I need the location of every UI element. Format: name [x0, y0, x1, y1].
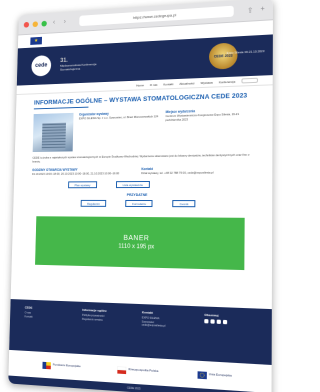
forms-button[interactable]: Formularze — [125, 200, 153, 207]
footer-column-1: CEDE O nas Kontakt — [24, 305, 69, 347]
ue-logo: Unia Europejska — [197, 371, 232, 381]
eu-flag-icon — [197, 371, 206, 379]
social-links — [204, 319, 254, 325]
rules-button[interactable]: Regulamin — [81, 200, 107, 207]
hours-text: 19.10.2023 10:00–18:00, 20.10.2023 10:00… — [32, 172, 134, 176]
footer-link[interactable]: cede@exposilesia.pl — [142, 324, 190, 330]
exhibitors-button[interactable]: Lista wystawców — [116, 181, 150, 188]
menu-item-about[interactable]: O nas — [150, 82, 158, 86]
pl-logo: Rzeczpospolita Polska — [118, 366, 159, 376]
event-badge: CEDE 2023 — [209, 42, 238, 69]
footer-column-4: Obserwuj — [204, 313, 255, 358]
footer-heading: Kontakt — [142, 310, 190, 316]
banner-title: BANER — [123, 235, 149, 242]
organizer-text: EXPO SILESIA Sp. z o.o. Sosnowiec, ul. B… — [79, 115, 160, 121]
fe-icon — [43, 361, 52, 369]
header-dates: Expo Silesia 19-21.10.2023 — [227, 49, 265, 55]
footer-column-2: Informacje ogólne Polityka prywatności R… — [81, 308, 128, 351]
footer-heading: Informacje ogólne — [82, 308, 128, 314]
minimize-window-button[interactable] — [33, 21, 38, 27]
organizer-column: Organizator wystawy EXPO SILESIA Sp. z o… — [78, 110, 160, 151]
menu-item-news[interactable]: Aktualności — [179, 81, 194, 86]
action-buttons: Plan wystawy Lista wystawców — [32, 181, 252, 189]
fe-text: Fundusze Europejskie — [53, 364, 81, 369]
menu-item-exhibition[interactable]: Wystawa — [201, 80, 213, 84]
venue-photo — [33, 113, 74, 152]
url-text: https://www.cedegrupa.pl — [133, 12, 176, 20]
footer-heading: Obserwuj — [204, 313, 254, 319]
linkedin-icon[interactable] — [223, 320, 227, 324]
forward-icon[interactable]: › — [61, 18, 68, 25]
hours-column: GODZINY OTWARCIA WYSTAWY 19.10.2023 10:0… — [32, 167, 134, 176]
header-subtitle: Międzynarodowa Konferencja Stomatologicz… — [60, 61, 116, 71]
useful-section-title: PRZYDATNE — [31, 193, 251, 197]
venue-text: Centrum Wystawienniczo-Kongresowe Expo S… — [165, 113, 251, 123]
info-row: Organizator wystawy EXPO SILESIA Sp. z o… — [33, 107, 252, 152]
search-input[interactable] — [241, 78, 258, 84]
building-image — [42, 123, 66, 150]
site-logo[interactable]: cede — [31, 55, 51, 77]
close-window-button[interactable] — [24, 21, 29, 27]
fe-logo: Fundusze Europejskie — [43, 361, 81, 370]
venue-column: Miejsce wydarzenia Centrum Wystawiennicz… — [165, 107, 252, 149]
intro-paragraph: CEDE to jedna z największych wystaw stom… — [32, 154, 251, 164]
ue-text: Unia Europejska — [209, 373, 232, 378]
banner-size: 1110 x 195 px — [118, 243, 154, 250]
polish-flag-icon — [118, 366, 127, 374]
logo-text: cede — [35, 63, 47, 69]
menu-item-contact[interactable]: Kontakt — [163, 82, 173, 86]
eu-flag-icon: ★ — [30, 37, 42, 45]
browser-window: ‹ › https://www.cedegrupa.pl ⇪ + ★ cede … — [8, 0, 273, 392]
youtube-icon[interactable] — [217, 320, 221, 324]
back-icon[interactable]: ‹ — [50, 19, 57, 26]
useful-buttons: Regulamin Formularze Cennik — [31, 200, 251, 208]
maximize-window-button[interactable] — [41, 20, 46, 26]
footer-link[interactable]: Regulamin serwisu — [82, 317, 128, 323]
menu-item-conference[interactable]: Konferencja — [219, 79, 235, 84]
contact-text: Dział wystawy, tel. +48 32 788 75 00, ce… — [141, 171, 251, 176]
contact-column: Kontakt Dział wystawy, tel. +48 32 788 7… — [141, 166, 251, 176]
pricing-button[interactable]: Cennik — [173, 200, 196, 207]
details-row: GODZINY OTWARCIA WYSTAWY 19.10.2023 10:0… — [32, 166, 251, 176]
new-tab-icon[interactable]: + — [258, 6, 266, 14]
pl-text: Rzeczpospolita Polska — [128, 368, 158, 373]
footer-link[interactable]: Kontakt — [25, 315, 69, 321]
share-icon[interactable]: ⇪ — [246, 6, 254, 15]
footer-heading: CEDE — [25, 305, 69, 311]
floor-plan-button[interactable]: Plan wystawy — [68, 181, 97, 188]
menu-item-home[interactable]: Home — [136, 83, 144, 87]
banner-placeholder[interactable]: BANER 1110 x 195 px — [35, 216, 245, 270]
main-content: INFORMACJE OGÓLNE – WYSTAWA STOMATOLOGIC… — [12, 85, 273, 271]
instagram-icon[interactable] — [210, 319, 214, 323]
page-title: INFORMACJE OGÓLNE – WYSTAWA STOMATOLOGIC… — [34, 92, 252, 106]
facebook-icon[interactable] — [204, 319, 208, 323]
footer-column-3: Kontakt EXPO SILESIA Sosnowiec cede@expo… — [141, 310, 190, 354]
title-divider — [34, 107, 89, 110]
